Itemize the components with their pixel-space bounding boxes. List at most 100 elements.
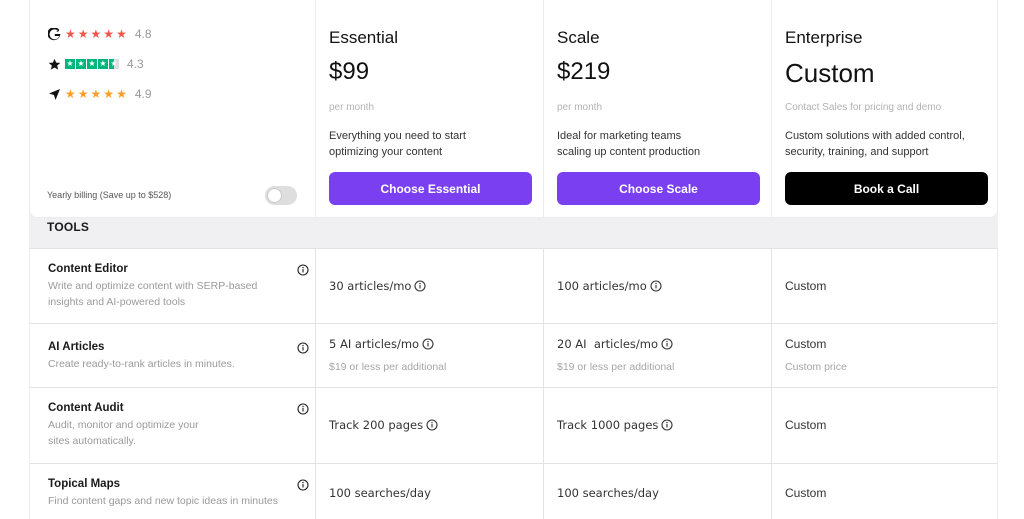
star-icon: ★ [77,27,89,41]
info-icon[interactable] [297,263,309,276]
info-icon[interactable] [650,280,662,292]
choose-scale-button[interactable]: Choose Scale [557,172,760,205]
pricing-header: 2 ★ ★ ★ ★ ★ 4.8 ★ ★ ★ ★ ★ 4.3 ★ ★ ★ ★ ★ … [29,0,998,218]
star-icon: ★ [77,87,89,101]
feature-value-text: 100 searches/day [329,486,431,500]
info-icon[interactable] [414,280,427,292]
feature-value: 100 searches/day [557,486,659,500]
feature-value-text: 100 searches/day [557,486,659,500]
feature-value-text: 5 AI articles/mo [329,337,420,351]
scale-value-cell: 20 AI articles/mo $19 or less per additi… [543,324,771,387]
ratings-column: 2 ★ ★ ★ ★ ★ 4.8 ★ ★ ★ ★ ★ 4.3 ★ ★ ★ ★ ★ … [30,0,315,218]
enterprise-value-cell: Custom Custom price [771,324,998,387]
feature-subvalue: $19 or less per additional [557,361,675,373]
half-star-icon: ★ [109,59,119,69]
trustpilot-stars: ★ ★ ★ ★ ★ [65,59,119,69]
svg-text:2: 2 [56,28,59,33]
enterprise-value-cell: Custom [771,249,998,323]
plan-period: Contact Sales for pricing and demo [785,102,942,113]
plan-description-line: Custom solutions with added control, [785,130,965,142]
feature-value-text: 30 articles/mo [329,279,412,293]
info-icon[interactable] [661,338,673,350]
feature-description-line: Write and optimize content with SERP-bas… [48,280,258,292]
plan-name: Enterprise [785,28,863,47]
feature-description-line: Create ready-to-rank articles in minutes… [48,358,235,370]
plan-price: $219 [557,58,611,85]
feature-value-text: Track 1000 pages [557,418,659,432]
capterra-score: 4.9 [134,87,152,101]
essential-value-cell: 100 searches/day [315,464,543,519]
essential-value-cell: Track 200 pages [315,388,543,463]
capterra-stars: ★ ★ ★ ★ ★ [65,88,127,100]
feature-description: Write and optimize content with SERP-bas… [48,278,298,310]
enterprise-value-cell: Custom [771,388,998,463]
book-a-call-button[interactable]: Book a Call [785,172,988,205]
star-icon: ★ [65,87,76,101]
feature-value: Custom [785,279,827,293]
feature-label-cell: Content Editor Write and optimize conten… [30,249,315,323]
feature-row-ai-articles: AI Articles Create ready-to-rank article… [29,324,998,388]
feature-row-content-audit: Content Audit Audit, monitor and optimiz… [29,388,998,464]
plan-name: Scale [557,28,600,47]
feature-row-content-editor: Content Editor Write and optimize conten… [29,249,998,324]
feature-subvalue: $19 or less per additional [329,361,447,373]
plan-description-line: Ideal for marketing teams [557,130,682,142]
feature-value: Custom [785,486,827,500]
feature-row-topical-maps: Topical Maps Find content gaps and new t… [29,464,998,519]
g2-stars: ★ ★ ★ ★ ★ [65,28,127,40]
plan-description: Ideal for marketing teams scaling up con… [557,128,762,160]
plan-description-line: security, training, and support [785,146,929,158]
feature-description: Find content gaps and new topic ideas in… [48,493,318,509]
info-icon[interactable] [297,478,309,491]
feature-value: 30 articles/mo [329,279,427,293]
feature-value: Track 1000 pages [557,418,673,432]
scale-value-cell: Track 1000 pages [543,388,771,463]
feature-value: 20 AI articles/mo [557,337,673,351]
feature-value-text: Track 200 pages [329,418,424,432]
star-icon: ★ [116,87,127,101]
info-icon[interactable] [661,419,673,431]
plan-enterprise: Enterprise Custom Contact Sales for pric… [771,0,998,218]
star-icon: ★ [65,27,76,41]
g2-logo-icon: 2 [47,27,61,41]
plan-price: $99 [329,58,370,85]
feature-title: Content Editor [48,263,128,275]
feature-description-line: sites automatically. [48,435,136,447]
feature-value: Track 200 pages [329,418,438,432]
feature-value-text: 100 articles/mo [557,279,647,293]
feature-label-cell: AI Articles Create ready-to-rank article… [30,324,315,387]
yearly-billing-label: Yearly billing (Save up to $528) [47,190,172,200]
scale-value-cell: 100 searches/day [543,464,771,519]
plan-essential: Essential $99 per month Everything you n… [315,0,543,218]
star-icon: ★ [103,87,115,101]
section-title: TOOLS [47,220,90,234]
rating-g2: 2 ★ ★ ★ ★ ★ 4.8 [47,26,152,42]
info-icon[interactable] [297,341,309,354]
feature-value: Custom [785,337,827,351]
feature-label-cell: Topical Maps Find content gaps and new t… [30,464,315,519]
plan-period: per month [557,102,603,113]
plan-description-line: optimizing your content [329,146,443,158]
plan-price: Custom [785,58,875,88]
info-icon[interactable] [297,402,309,415]
star-icon: ★ [90,87,102,101]
choose-essential-button[interactable]: Choose Essential [329,172,532,205]
feature-description-line: Find content gaps and new topic ideas in… [48,495,278,507]
yearly-billing-toggle[interactable] [265,186,297,205]
info-icon[interactable] [422,338,434,350]
star-icon: ★ [76,59,86,69]
pricing-table: 2 ★ ★ ★ ★ ★ 4.8 ★ ★ ★ ★ ★ 4.3 ★ ★ ★ ★ ★ … [29,0,998,519]
trustpilot-score: 4.3 [127,57,144,71]
enterprise-value-cell: Custom [771,464,998,519]
plan-name: Essential [329,28,398,47]
feature-description: Create ready-to-rank articles in minutes… [48,356,298,372]
plan-period: per month [329,102,375,113]
plan-description: Everything you need to start optimizing … [329,128,534,160]
trustpilot-star-icon [47,57,61,71]
info-icon[interactable] [426,419,438,431]
essential-value-cell: 30 articles/mo [315,249,543,323]
star-icon: ★ [103,27,115,41]
scale-value-cell: 100 articles/mo [543,249,771,323]
star-icon: ★ [65,59,75,69]
feature-subvalue: Custom price [785,361,847,373]
